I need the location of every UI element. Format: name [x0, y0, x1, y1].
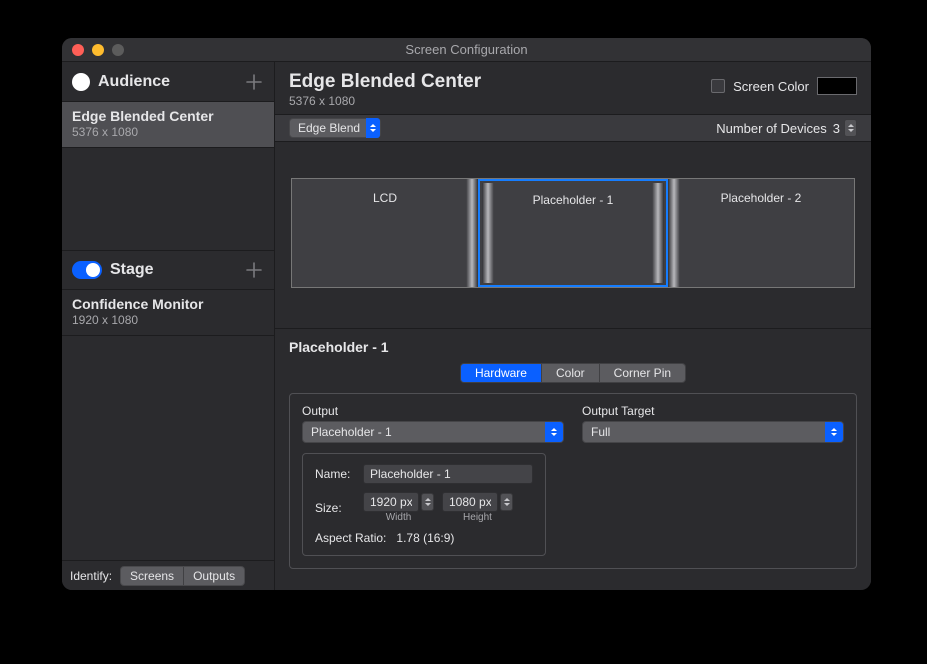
height-stepper[interactable]: [500, 493, 513, 511]
output-target-label: Output Target: [582, 404, 844, 418]
sidebar-item-stage-0[interactable]: Confidence Monitor 1920 x 1080: [62, 290, 274, 336]
screen-title: Edge Blended Center: [289, 71, 711, 93]
mode-row: Edge Blend Number of Devices 3: [275, 114, 871, 142]
titlebar: Screen Configuration: [62, 38, 871, 62]
identify-outputs-button[interactable]: Outputs: [183, 567, 244, 585]
chevron-updown-icon: [825, 422, 843, 442]
maximize-window-button[interactable]: [112, 44, 124, 56]
device-2[interactable]: Placeholder - 2: [668, 179, 854, 287]
tab-corner-pin[interactable]: Corner Pin: [599, 364, 685, 382]
window: Screen Configuration Audience Edge Blend…: [62, 38, 871, 590]
blend-edge-icon: [652, 183, 664, 283]
window-title: Screen Configuration: [62, 42, 871, 57]
device-label: Placeholder - 2: [721, 191, 802, 205]
output-target-select[interactable]: Full: [582, 421, 844, 443]
blend-edge-icon: [482, 183, 494, 283]
output-target-select-value: Full: [591, 425, 610, 439]
sidebar-footer: Identify: Screens Outputs: [62, 560, 274, 590]
sidebar-item-label: Confidence Monitor: [72, 296, 264, 312]
sidebar-item-audience-0[interactable]: Edge Blended Center 5376 x 1080: [62, 102, 274, 148]
sidebar-header-stage: Stage: [62, 250, 274, 290]
num-devices-value: 3: [833, 121, 840, 136]
sidebar: Audience Edge Blended Center 5376 x 1080…: [62, 62, 275, 590]
device-row: LCD Placeholder - 1 Placeholder - 2: [291, 178, 855, 288]
device-label: LCD: [373, 191, 397, 205]
output-select-value: Placeholder - 1: [311, 425, 392, 439]
tab-color[interactable]: Color: [541, 364, 599, 382]
width-input[interactable]: [363, 492, 419, 512]
audience-title: Audience: [98, 73, 244, 91]
sidebar-section-stage: Stage Confidence Monitor 1920 x 1080: [62, 250, 274, 336]
num-devices-label: Number of Devices: [716, 121, 827, 136]
add-audience-button[interactable]: [244, 72, 264, 92]
aspect-ratio-label: Aspect Ratio:: [315, 531, 386, 545]
sidebar-section-audience: Audience Edge Blended Center 5376 x 1080: [62, 62, 274, 148]
audience-indicator-icon: [72, 73, 90, 91]
aspect-ratio-value: 1.78 (16:9): [396, 531, 454, 545]
size-label: Size:: [315, 501, 363, 515]
detail-tabbar: Hardware Color Corner Pin: [289, 363, 857, 383]
detail-title: Placeholder - 1: [289, 339, 857, 355]
detail-body: Output Placeholder - 1 Output Target Ful…: [289, 393, 857, 569]
device-canvas: LCD Placeholder - 1 Placeholder - 2: [275, 142, 871, 328]
close-window-button[interactable]: [72, 44, 84, 56]
main: Edge Blended Center 5376 x 1080 Screen C…: [275, 62, 871, 590]
blend-edge-icon: [668, 179, 680, 287]
height-input[interactable]: [442, 492, 498, 512]
chevron-updown-icon: [366, 118, 380, 138]
screen-resolution: 5376 x 1080: [289, 94, 711, 108]
detail-panel: Placeholder - 1 Hardware Color Corner Pi…: [275, 328, 871, 583]
stage-toggle[interactable]: [72, 261, 102, 279]
sidebar-item-label: Edge Blended Center: [72, 108, 264, 124]
device-0[interactable]: LCD: [292, 179, 478, 287]
output-properties-panel: Name: Size: Width: [302, 453, 546, 556]
sidebar-header-audience: Audience: [62, 62, 274, 102]
identify-screens-button[interactable]: Screens: [121, 567, 183, 585]
identify-label: Identify:: [70, 569, 112, 583]
name-input[interactable]: [363, 464, 533, 484]
minimize-window-button[interactable]: [92, 44, 104, 56]
num-devices-stepper[interactable]: [844, 119, 857, 137]
screen-color-label: Screen Color: [733, 79, 809, 94]
window-body: Audience Edge Blended Center 5376 x 1080…: [62, 62, 871, 590]
name-label: Name:: [315, 467, 363, 481]
height-caption: Height: [463, 512, 492, 523]
screen-color-checkbox[interactable]: [711, 79, 725, 93]
width-stepper[interactable]: [421, 493, 434, 511]
main-header: Edge Blended Center 5376 x 1080 Screen C…: [275, 62, 871, 114]
sidebar-item-sublabel: 1920 x 1080: [72, 313, 264, 327]
identify-segment: Screens Outputs: [120, 566, 245, 586]
tab-hardware[interactable]: Hardware: [461, 364, 541, 382]
chevron-updown-icon: [545, 422, 563, 442]
width-caption: Width: [386, 512, 412, 523]
traffic-lights: [72, 44, 124, 56]
output-select[interactable]: Placeholder - 1: [302, 421, 564, 443]
device-1[interactable]: Placeholder - 1: [478, 179, 668, 287]
arrangement-mode-popup[interactable]: Edge Blend: [289, 118, 381, 138]
arrangement-mode-value: Edge Blend: [298, 121, 360, 135]
screen-color-well[interactable]: [817, 77, 857, 95]
device-label: Placeholder - 1: [533, 193, 614, 207]
stage-title: Stage: [110, 261, 244, 279]
sidebar-item-sublabel: 5376 x 1080: [72, 125, 264, 139]
add-stage-button[interactable]: [244, 260, 264, 280]
blend-edge-icon: [466, 179, 478, 287]
output-label: Output: [302, 404, 564, 418]
